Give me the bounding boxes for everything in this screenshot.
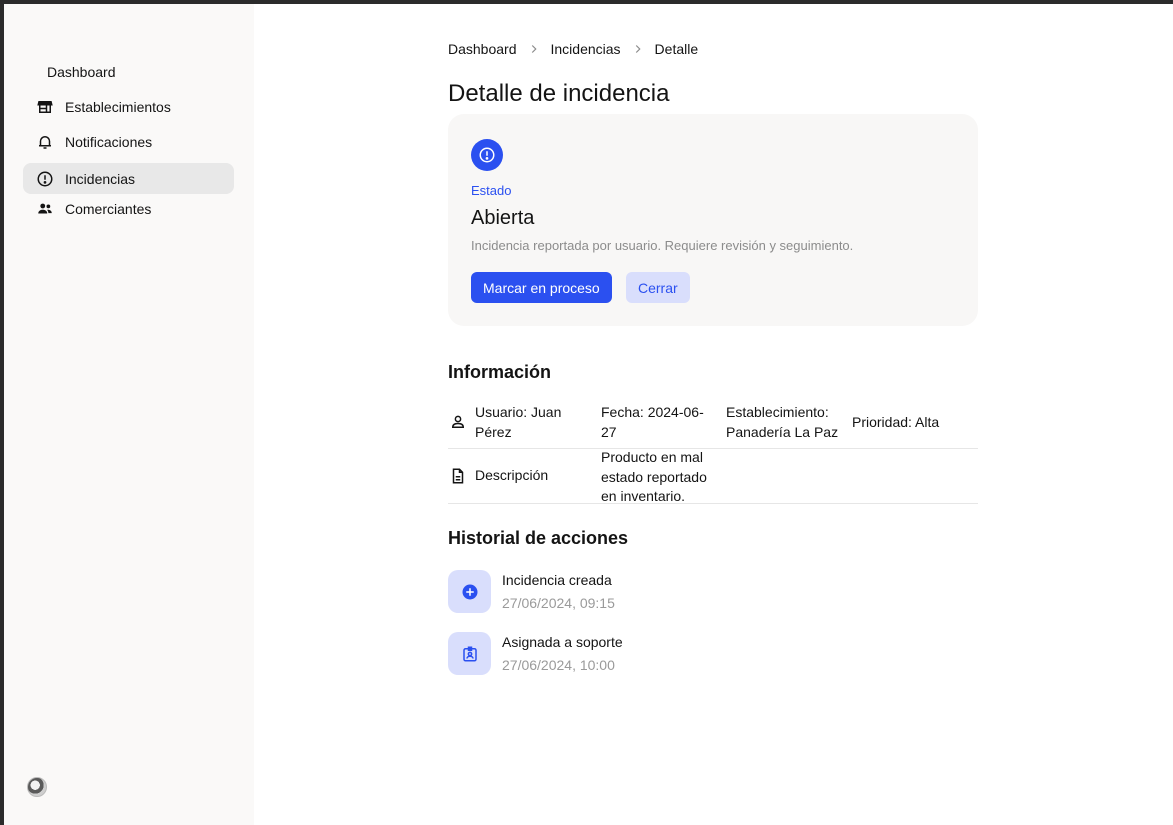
close-incident-button[interactable]: Cerrar: [626, 272, 690, 303]
info-establishment: Establecimiento: Panadería La Paz: [726, 404, 839, 440]
info-priority: Prioridad: Alta: [852, 414, 940, 430]
history-item-time: 27/06/2024, 10:00: [502, 657, 615, 673]
breadcrumb-item-incidencias[interactable]: Incidencias: [551, 41, 621, 57]
chevron-right-icon: [527, 42, 541, 56]
store-icon: [36, 98, 54, 116]
sidebar-item-incidencias[interactable]: Incidencias: [23, 163, 234, 194]
status-card: Estado Abierta Incidencia reportada por …: [448, 114, 978, 326]
sidebar-item-label: Comerciantes: [65, 200, 152, 217]
sidebar-item-establecimientos[interactable]: Establecimientos: [23, 91, 234, 122]
history-section-title: Historial de acciones: [448, 528, 629, 548]
status-label: Estado: [471, 183, 512, 198]
status-description: Incidencia reportada por usuario. Requie…: [471, 238, 854, 253]
people-icon: [36, 200, 54, 218]
alert-circle-icon: [36, 170, 54, 188]
history-item-title: Asignada a soporte: [502, 634, 623, 650]
info-section-title: Información: [448, 362, 552, 382]
badge-icon: [448, 632, 491, 675]
info-description-value: Producto en mal estado reportado en inve…: [601, 449, 707, 504]
sidebar-title[interactable]: Dashboard: [47, 64, 116, 80]
info-row-description: Descripción Producto en mal estado repor…: [448, 449, 978, 504]
alert-circle-icon: [471, 139, 503, 171]
sidebar-item-label: Incidencias: [65, 170, 136, 187]
history-item: Incidencia creada 27/06/2024, 09:15: [448, 570, 848, 614]
mark-in-progress-button[interactable]: Marcar en proceso: [471, 272, 612, 303]
chevron-right-icon: [631, 42, 645, 56]
breadcrumb-item-dashboard[interactable]: Dashboard: [448, 41, 517, 57]
sidebar-item-comerciantes[interactable]: Comerciantes: [23, 193, 234, 224]
bell-icon: [36, 133, 54, 151]
history-item: Asignada a soporte 27/06/2024, 10:00: [448, 632, 848, 676]
app-window: Dashboard Establecimientos Notificacione…: [4, 4, 1173, 825]
info-user: Usuario: Juan Pérez: [475, 404, 562, 440]
person-icon: [449, 413, 467, 431]
sidebar-item-label: Notificaciones: [65, 133, 153, 150]
sidebar-item-label: Establecimientos: [65, 98, 171, 115]
info-description-label: Descripción: [475, 467, 549, 483]
sidebar: Dashboard Establecimientos Notificacione…: [4, 4, 254, 825]
breadcrumb: Dashboard Incidencias Detalle: [448, 41, 698, 57]
page-title: Detalle de incidencia: [448, 80, 670, 107]
history-item-time: 27/06/2024, 09:15: [502, 595, 615, 611]
document-icon: [449, 467, 467, 485]
user-avatar[interactable]: [27, 777, 47, 797]
status-value: Abierta: [471, 207, 535, 229]
plus-circle-icon: [448, 570, 491, 613]
info-row-details: Usuario: Juan Pérez Fecha: 2024-06-27 Es…: [448, 400, 978, 449]
history-item-title: Incidencia creada: [502, 572, 612, 588]
info-date: Fecha: 2024-06-27: [601, 404, 704, 440]
breadcrumb-item-detalle: Detalle: [654, 41, 699, 57]
sidebar-item-notificaciones[interactable]: Notificaciones: [23, 126, 234, 157]
